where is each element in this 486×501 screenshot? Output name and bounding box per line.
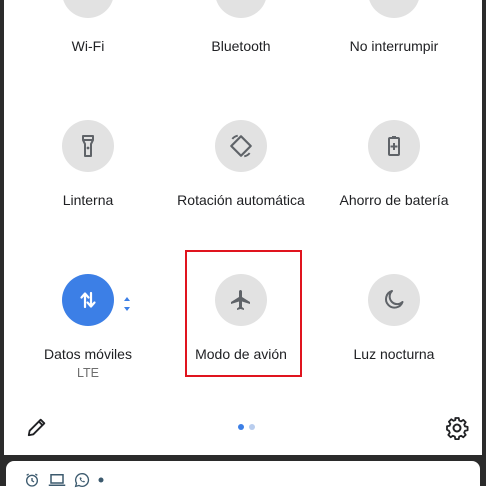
tile-label: Ahorro de batería [339,192,449,208]
tile-button[interactable] [368,274,420,326]
quick-settings-panel: Wi-Fi Bluetooth No interrumpir Linterna … [4,0,482,455]
page-dot [249,424,255,430]
tile-button[interactable] [62,274,114,326]
tile-wifi[interactable]: Wi-Fi [13,38,163,54]
tile-label: Wi-Fi [71,38,105,54]
pencil-icon[interactable] [26,416,48,438]
tile-flashlight[interactable]: Linterna [13,120,163,208]
tile-label: Linterna [62,192,114,208]
tile-label: Datos móviles [44,346,132,362]
moon-icon [385,290,404,309]
tile-bluetooth[interactable]: Bluetooth [166,38,316,54]
tile-label: Rotación automática [177,192,305,208]
wifi-tile-button[interactable] [62,0,114,18]
tile-label: Luz nocturna [353,346,435,362]
page-dot-active [238,424,244,430]
tile-battery-saver[interactable]: Ahorro de batería [319,120,469,208]
tile-night-light[interactable]: Luz nocturna [319,274,469,362]
tile-label: Bluetooth [211,38,271,54]
tile-auto-rotate[interactable]: Rotación automática [166,120,316,208]
tile-button[interactable] [62,120,114,172]
do-not-disturb-tile-button[interactable] [368,0,420,18]
highlight-annotation [185,250,302,377]
page-indicator[interactable] [238,424,255,430]
battery-saver-icon [388,136,400,156]
tile-button[interactable] [368,120,420,172]
bluetooth-tile-button[interactable] [215,0,267,18]
auto-rotate-icon [230,134,252,158]
tile-sublabel: LTE [77,366,99,380]
mobile-data-icon [80,291,96,309]
tile-do-not-disturb[interactable]: No interrumpir [319,38,469,54]
flashlight-icon [82,135,94,157]
data-activity-icon [124,297,130,311]
screen-edge-right [482,0,486,455]
gear-icon[interactable] [445,416,469,440]
tile-label: No interrumpir [349,38,439,54]
dot-icon [98,477,104,483]
tile-mobile-data[interactable]: Datos móviles LTE [13,274,163,380]
tile-button[interactable] [215,120,267,172]
